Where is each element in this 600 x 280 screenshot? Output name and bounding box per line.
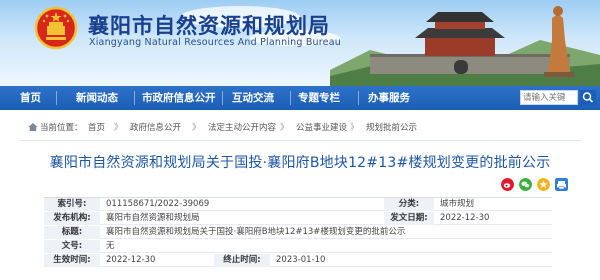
index-label: 索引号: bbox=[44, 198, 100, 211]
site-title: 襄阳市自然资源和规划局 bbox=[88, 14, 330, 38]
breadcrumb-prefix: 当前位置： bbox=[40, 123, 83, 133]
page: 襄阳市自然资源和规划局 Xiangyang Natural Resources … bbox=[0, 0, 600, 280]
nav-item-interaction[interactable]: 互动交流 bbox=[232, 86, 274, 110]
doc-title-value: 襄阳市自然资源和规划局关于国投·襄阳府B地块12#13#楼规划变更的批前公示 bbox=[106, 227, 406, 237]
breadcrumb-item-statutory[interactable]: 法定主动公开内容 bbox=[208, 121, 276, 133]
breadcrumb-separator: 》 bbox=[192, 123, 201, 133]
print-icon[interactable] bbox=[555, 178, 568, 191]
breadcrumb-separator: 》 bbox=[350, 123, 359, 133]
publisher-label: 发布机构: bbox=[44, 212, 100, 225]
weibo-icon[interactable] bbox=[501, 178, 514, 191]
table-row: 文号: 无 bbox=[44, 240, 552, 253]
breadcrumb-item-public-welfare[interactable]: 公益事业建设 bbox=[296, 121, 347, 133]
category-value: 城市规划 bbox=[440, 199, 475, 209]
doc-number-label: 文号: bbox=[44, 240, 100, 253]
nav-item-gov-info[interactable]: 市政府信息公开 bbox=[142, 86, 216, 110]
nav-divider bbox=[222, 91, 223, 105]
nav-divider bbox=[290, 91, 291, 105]
doc-title-label: 标题: bbox=[44, 226, 100, 239]
breadcrumb-separator: 》 bbox=[114, 123, 123, 133]
breadcrumb-item-planning-notice[interactable]: 规划批前公示 bbox=[366, 121, 417, 133]
table-row: 生效时间: 2022-12-30 终止时间: 2023-01-10 bbox=[44, 254, 552, 267]
city-gate-scenery-icon bbox=[330, 6, 600, 86]
search-input[interactable] bbox=[520, 90, 578, 105]
issue-date-label: 发文日期: bbox=[384, 212, 434, 225]
nav-item-news[interactable]: 新闻动态 bbox=[76, 86, 118, 110]
issue-date-value: 2022-12-30 bbox=[440, 213, 490, 223]
site-banner: 襄阳市自然资源和规划局 Xiangyang Natural Resources … bbox=[0, 0, 600, 86]
nav-divider bbox=[358, 91, 359, 105]
main-nav: 首页 新闻动态 市政府信息公开 互动交流 专题专栏 办事服务 bbox=[0, 86, 600, 110]
national-emblem-icon bbox=[34, 6, 78, 50]
nav-divider bbox=[56, 91, 57, 105]
search-button[interactable] bbox=[580, 90, 596, 105]
effective-date-label: 生效时间: bbox=[44, 254, 100, 267]
search-icon bbox=[582, 92, 594, 103]
qzone-icon[interactable] bbox=[537, 178, 550, 191]
category-label: 分类: bbox=[384, 198, 434, 211]
table-row: 发布机构: 襄阳市自然资源和规划局 发文日期: 2022-12-30 bbox=[44, 212, 552, 225]
effective-date-value: 2022-12-30 bbox=[106, 255, 156, 265]
breadcrumb-divider bbox=[20, 140, 582, 141]
publisher-value: 襄阳市自然资源和规划局 bbox=[106, 213, 200, 223]
breadcrumb-item-home[interactable]: 首页 bbox=[88, 121, 105, 133]
table-row: 标题: 襄阳市自然资源和规划局关于国投·襄阳府B地块12#13#楼规划变更的批前… bbox=[44, 226, 552, 239]
breadcrumb-item-gov-info[interactable]: 政府信息公开 bbox=[130, 121, 181, 133]
nav-item-home[interactable]: 首页 bbox=[20, 86, 41, 110]
document-info-table: 索引号: 011158671/2022-39069 分类: 城市规划 发布机构:… bbox=[44, 197, 552, 271]
table-row: 索引号: 011158671/2022-39069 分类: 城市规划 bbox=[44, 198, 552, 211]
breadcrumb-separator: 》 bbox=[280, 123, 289, 133]
article-title: 襄阳市自然资源和规划局关于国投·襄阳府B地块12#13#楼规划变更的批前公示 bbox=[49, 155, 551, 171]
home-icon bbox=[28, 123, 38, 131]
site-subtitle: Xiangyang Natural Resources And Planning… bbox=[89, 37, 341, 48]
nav-item-services[interactable]: 办事服务 bbox=[368, 86, 410, 110]
expiry-date-label: 终止时间: bbox=[214, 254, 270, 267]
wechat-icon[interactable] bbox=[519, 178, 532, 191]
nav-divider bbox=[134, 91, 135, 105]
index-value: 011158671/2022-39069 bbox=[106, 199, 210, 209]
doc-number-value: 无 bbox=[106, 241, 115, 251]
nav-item-topics[interactable]: 专题专栏 bbox=[298, 86, 340, 110]
expiry-date-value: 2023-01-10 bbox=[276, 255, 326, 265]
